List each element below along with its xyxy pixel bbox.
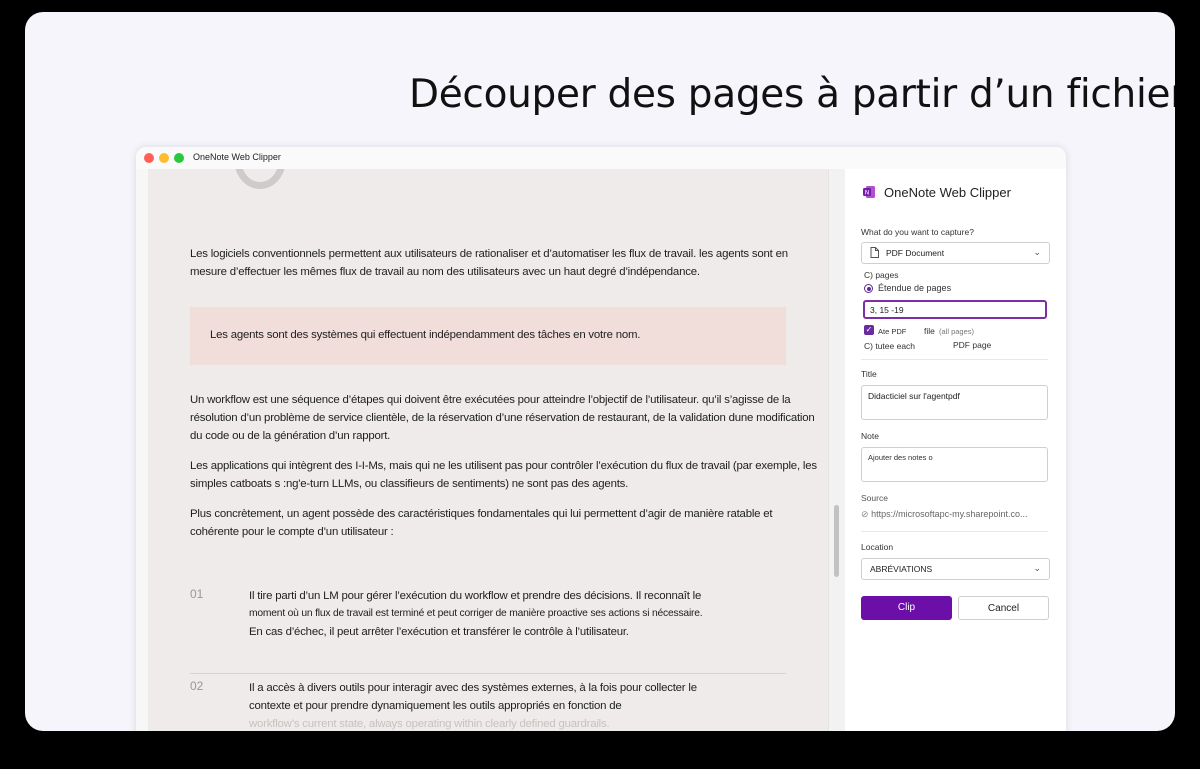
- link-icon: ⊘: [861, 509, 869, 519]
- window-titlebar: OneNote Web Clipper: [136, 147, 1066, 170]
- source-url: https://microsoftapc-my.sharepoint.co...: [871, 509, 1028, 519]
- list-item-line: En cas d’échec, il peut arrêter l’exécut…: [249, 626, 629, 638]
- close-window-button[interactable]: [144, 153, 154, 163]
- partial-heading-glyph: [234, 169, 286, 189]
- list-item-number: 02: [190, 679, 204, 693]
- app-window: OneNote Web Clipper Les logiciels conven…: [136, 147, 1066, 731]
- location-value: ABRÉVIATIONS: [870, 564, 933, 574]
- list-item: Il tire parti d’un LM pour gérer l’exécu…: [249, 587, 769, 641]
- list-item-line: moment où un flux de travail est terminé…: [249, 608, 703, 619]
- list-item-line: contexte et pour prendre dynamiquement l…: [249, 700, 622, 712]
- each-page-option[interactable]: C) tutee each: [864, 341, 915, 351]
- document-scrollbar[interactable]: [828, 169, 846, 731]
- document-view[interactable]: Les logiciels conventionnels permettent …: [148, 169, 828, 731]
- location-select[interactable]: ABRÉVIATIONS ⌄: [861, 558, 1050, 580]
- location-label: Location: [861, 542, 894, 552]
- title-field[interactable]: Didacticiel sur l'agentpdf: [861, 385, 1048, 420]
- scrollbar-thumb[interactable]: [834, 505, 839, 577]
- page-range-radio[interactable]: [864, 284, 873, 293]
- page-range-label: Étendue de pages: [878, 283, 952, 293]
- clipper-panel: N OneNote Web Clipper What do you want t…: [845, 169, 1066, 731]
- doc-paragraph-4: Plus concrètement, un agent possède des …: [190, 508, 773, 538]
- attach-all-pages-label: (all pages): [939, 327, 975, 336]
- list-item-line: Il tire parti d’un LM pour gérer l’exécu…: [249, 590, 702, 602]
- attach-file-label: file: [924, 326, 935, 336]
- source-label: Source: [861, 493, 888, 503]
- list-item-line: workflow’s current state, always operati…: [249, 718, 610, 730]
- page-headline: Découper des pages à partir d’un fichier…: [409, 72, 1175, 117]
- list-item-number: 01: [190, 587, 204, 601]
- panel-divider: [861, 359, 1048, 360]
- title-label: Title: [861, 369, 877, 379]
- all-pages-option[interactable]: C) pages: [864, 270, 899, 280]
- list-item: Il a accès à divers outils pour interagi…: [249, 679, 769, 731]
- minimize-window-button[interactable]: [159, 153, 169, 163]
- list-item-line: Il a accès à divers outils pour interagi…: [249, 682, 697, 694]
- cancel-button[interactable]: Cancel: [958, 596, 1049, 620]
- chevron-down-icon: ⌄: [1033, 247, 1041, 257]
- capture-label: What do you want to capture?: [861, 227, 974, 237]
- each-page-label: PDF page: [953, 340, 992, 350]
- window-title: OneNote Web Clipper: [193, 152, 281, 162]
- doc-paragraph-2: Un workflow est une séquence d’étapes qu…: [190, 394, 815, 442]
- document-icon: [870, 247, 879, 258]
- attach-pdf-label: Ate PDF: [878, 327, 907, 336]
- callout-text: Les agents sont des systèmes qui effectu…: [210, 329, 641, 341]
- page-range-input[interactable]: [863, 300, 1047, 319]
- callout-box: Les agents sont des systèmes qui effectu…: [190, 307, 786, 365]
- capture-type-select[interactable]: PDF Document ⌄: [861, 242, 1050, 264]
- doc-paragraph-3: Les applications qui intègrent des I-I-M…: [190, 460, 817, 490]
- onenote-clipper-icon: N: [863, 186, 875, 198]
- svg-text:N: N: [865, 190, 870, 197]
- source-value: ⊘ https://microsoftapc-my.sharepoint.co.…: [861, 509, 1027, 520]
- panel-divider: [861, 531, 1048, 532]
- maximize-window-button[interactable]: [174, 153, 184, 163]
- capture-type-value: PDF Document: [886, 248, 945, 258]
- attach-pdf-checkbox[interactable]: ✓: [864, 325, 874, 335]
- chevron-down-icon: ⌄: [1033, 563, 1041, 573]
- list-divider: [190, 673, 786, 674]
- panel-title: OneNote Web Clipper: [884, 185, 1011, 200]
- note-label: Note: [861, 431, 879, 441]
- doc-paragraph-1: Les logiciels conventionnels permettent …: [190, 248, 788, 278]
- note-field[interactable]: Ajouter des notes o: [861, 447, 1048, 482]
- slide-frame: Découper des pages à partir d’un fichier…: [25, 12, 1175, 731]
- clip-button[interactable]: Clip: [861, 596, 952, 620]
